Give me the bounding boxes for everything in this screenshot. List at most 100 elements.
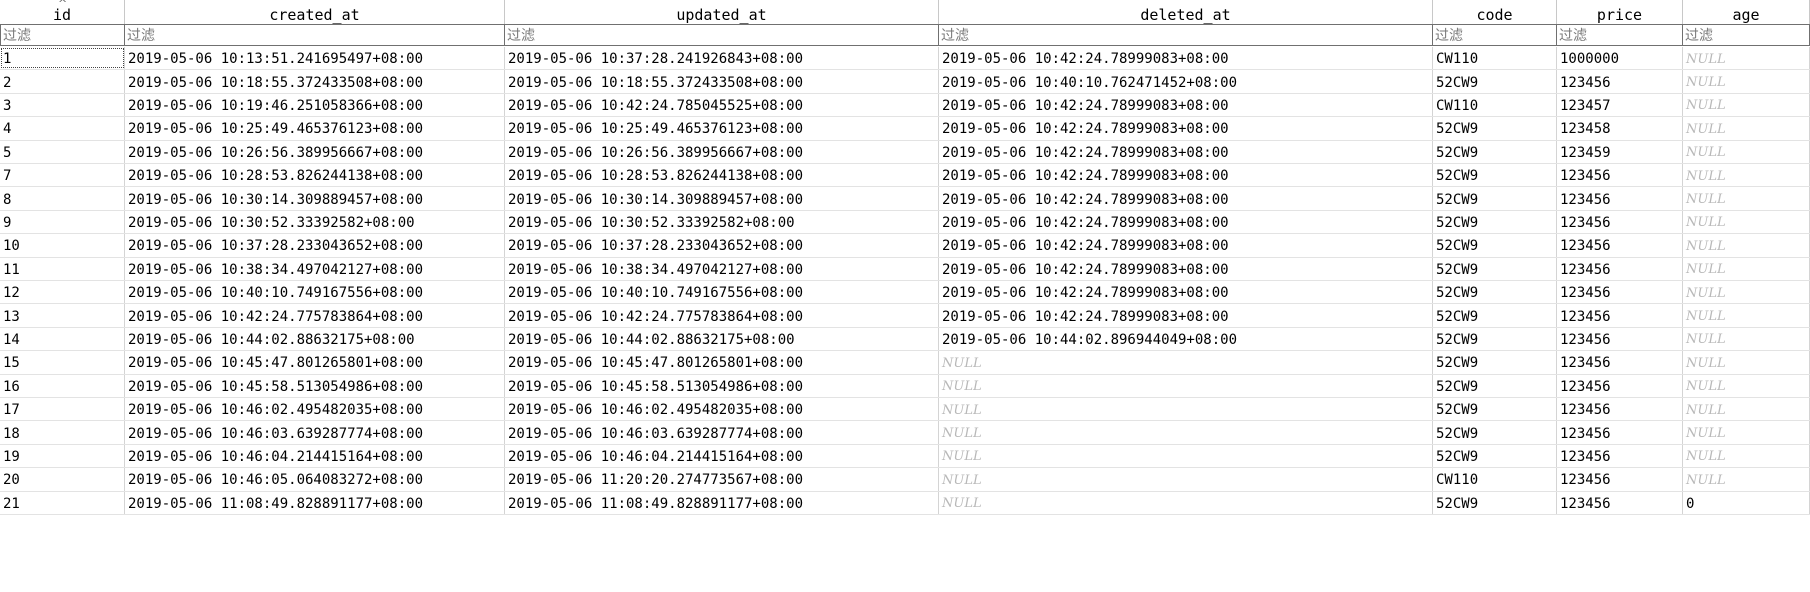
cell-age[interactable]: 0 xyxy=(1683,491,1810,514)
cell-deleted-at[interactable]: 2019-05-06 10:42:24.78999083+08:00 xyxy=(939,281,1433,304)
column-header-created-at[interactable]: created_at xyxy=(125,0,505,24)
cell-updated-at[interactable]: 2019-05-06 10:45:58.513054986+08:00 xyxy=(505,374,939,397)
cell-updated-at[interactable]: 2019-05-06 10:30:52.33392582+08:00 xyxy=(505,210,939,234)
cell-code[interactable]: 52CW9 xyxy=(1433,210,1557,234)
cell-updated-at[interactable]: 2019-05-06 10:30:14.309889457+08:00 xyxy=(505,187,939,210)
cell-age[interactable]: NULL xyxy=(1683,93,1810,117)
cell-updated-at[interactable]: 2019-05-06 10:18:55.372433508+08:00 xyxy=(505,70,939,93)
cell-code[interactable]: 52CW9 xyxy=(1433,304,1557,327)
filter-input-age[interactable]: 过滤 xyxy=(1683,24,1810,46)
filter-input-price[interactable]: 过滤 xyxy=(1557,24,1683,46)
cell-deleted-at[interactable]: 2019-05-06 10:42:24.78999083+08:00 xyxy=(939,187,1433,210)
cell-id[interactable]: 13 xyxy=(0,304,125,327)
cell-deleted-at[interactable]: 2019-05-06 10:44:02.896944049+08:00 xyxy=(939,327,1433,351)
cell-age[interactable]: NULL xyxy=(1683,304,1810,327)
cell-created-at[interactable]: 2019-05-06 10:28:53.826244138+08:00 xyxy=(125,164,505,187)
table-row[interactable]: 5 2019-05-06 10:26:56.389956667+08:00 2019… xyxy=(0,140,1810,164)
cell-deleted-at[interactable]: NULL xyxy=(939,491,1433,514)
cell-price[interactable]: 123456 xyxy=(1557,257,1683,280)
cell-price[interactable]: 123456 xyxy=(1557,210,1683,234)
cell-created-at[interactable]: 2019-05-06 10:46:04.214415164+08:00 xyxy=(125,444,505,468)
cell-code[interactable]: 52CW9 xyxy=(1433,421,1557,444)
cell-price[interactable]: 123456 xyxy=(1557,187,1683,210)
cell-age[interactable]: NULL xyxy=(1683,327,1810,351)
table-row[interactable]: 14 2019-05-06 10:44:02.88632175+08:00 2019… xyxy=(0,327,1810,352)
cell-id[interactable]: 10 xyxy=(0,234,125,257)
cell-code[interactable]: 52CW9 xyxy=(1433,281,1557,304)
cell-updated-at[interactable]: 2019-05-06 11:20:20.274773567+08:00 xyxy=(505,468,939,491)
cell-created-at[interactable]: 2019-05-06 10:30:52.33392582+08:00 xyxy=(125,210,505,234)
cell-created-at[interactable]: 2019-05-06 10:38:34.497042127+08:00 xyxy=(125,257,505,280)
cell-deleted-at[interactable]: 2019-05-06 10:42:24.78999083+08:00 xyxy=(939,234,1433,257)
filter-input-updated-at[interactable]: 过滤 xyxy=(505,24,939,46)
cell-code[interactable]: 52CW9 xyxy=(1433,351,1557,374)
cell-created-at[interactable]: 2019-05-06 10:26:56.389956667+08:00 xyxy=(125,140,505,163)
cell-updated-at[interactable]: 2019-05-06 10:42:24.785045525+08:00 xyxy=(505,93,939,117)
cell-age[interactable]: NULL xyxy=(1683,210,1810,234)
cell-created-at[interactable]: 2019-05-06 10:46:03.639287774+08:00 xyxy=(125,421,505,444)
cell-created-at[interactable]: 2019-05-06 10:19:46.251058366+08:00 xyxy=(125,93,505,117)
cell-updated-at[interactable]: 2019-05-06 11:08:49.828891177+08:00 xyxy=(505,491,939,514)
cell-created-at[interactable]: 2019-05-06 10:18:55.372433508+08:00 xyxy=(125,70,505,93)
column-header-code[interactable]: code xyxy=(1433,0,1557,24)
table-row[interactable]: 8 2019-05-06 10:30:14.309889457+08:00 2019… xyxy=(0,187,1810,211)
filter-input-code[interactable]: 过滤 xyxy=(1433,24,1557,46)
cell-created-at[interactable]: 2019-05-06 10:45:47.801265801+08:00 xyxy=(125,351,505,374)
table-row[interactable]: 18 2019-05-06 10:46:03.639287774+08:00 201… xyxy=(0,421,1810,445)
cell-updated-at[interactable]: 2019-05-06 10:45:47.801265801+08:00 xyxy=(505,351,939,374)
cell-age[interactable]: NULL xyxy=(1683,281,1810,304)
cell-deleted-at[interactable]: NULL xyxy=(939,351,1433,374)
column-header-updated-at[interactable]: updated_at xyxy=(505,0,939,24)
cell-updated-at[interactable]: 2019-05-06 10:26:56.389956667+08:00 xyxy=(505,140,939,163)
cell-deleted-at[interactable]: NULL xyxy=(939,374,1433,397)
cell-id[interactable]: 11 xyxy=(0,257,125,280)
cell-price[interactable]: 123456 xyxy=(1557,491,1683,514)
cell-created-at[interactable]: 2019-05-06 10:45:58.513054986+08:00 xyxy=(125,374,505,397)
cell-created-at[interactable]: 2019-05-06 10:42:24.775783864+08:00 xyxy=(125,304,505,327)
cell-id[interactable]: 18 xyxy=(0,421,125,444)
cell-created-at[interactable]: 2019-05-06 10:25:49.465376123+08:00 xyxy=(125,117,505,140)
cell-updated-at[interactable]: 2019-05-06 10:37:28.241926843+08:00 xyxy=(505,47,939,70)
cell-deleted-at[interactable]: NULL xyxy=(939,398,1433,421)
cell-code[interactable]: 52CW9 xyxy=(1433,187,1557,210)
cell-age[interactable]: NULL xyxy=(1683,47,1810,70)
cell-age[interactable]: NULL xyxy=(1683,117,1810,140)
cell-deleted-at[interactable]: 2019-05-06 10:42:24.78999083+08:00 xyxy=(939,164,1433,187)
cell-age[interactable]: NULL xyxy=(1683,257,1810,280)
cell-id[interactable]: 16 xyxy=(0,374,125,397)
cell-price[interactable]: 123456 xyxy=(1557,398,1683,421)
table-row[interactable]: 9 2019-05-06 10:30:52.33392582+08:00 2019-… xyxy=(0,210,1810,235)
cell-price[interactable]: 123456 xyxy=(1557,444,1683,468)
cell-price[interactable]: 123456 xyxy=(1557,281,1683,304)
cell-id[interactable]: 8 xyxy=(0,187,125,210)
cell-age[interactable]: NULL xyxy=(1683,351,1810,374)
cell-price[interactable]: 123456 xyxy=(1557,234,1683,257)
cell-id[interactable]: 20 xyxy=(0,468,125,491)
cell-created-at[interactable]: 2019-05-06 10:30:14.309889457+08:00 xyxy=(125,187,505,210)
cell-id[interactable]: 7 xyxy=(0,164,125,187)
table-row[interactable]: 3 2019-05-06 10:19:46.251058366+08:00 2019… xyxy=(0,93,1810,118)
cell-deleted-at[interactable]: 2019-05-06 10:42:24.78999083+08:00 xyxy=(939,304,1433,327)
table-row[interactable]: 12 2019-05-06 10:40:10.749167556+08:00 201… xyxy=(0,281,1810,305)
table-row[interactable]: 20 2019-05-06 10:46:05.064083272+08:00 201… xyxy=(0,468,1810,492)
cell-updated-at[interactable]: 2019-05-06 10:28:53.826244138+08:00 xyxy=(505,164,939,187)
cell-updated-at[interactable]: 2019-05-06 10:44:02.88632175+08:00 xyxy=(505,327,939,351)
cell-age[interactable]: NULL xyxy=(1683,187,1810,210)
column-header-age[interactable]: age xyxy=(1683,0,1810,24)
cell-deleted-at[interactable]: NULL xyxy=(939,444,1433,468)
cell-age[interactable]: NULL xyxy=(1683,234,1810,257)
cell-price[interactable]: 123456 xyxy=(1557,164,1683,187)
cell-updated-at[interactable]: 2019-05-06 10:40:10.749167556+08:00 xyxy=(505,281,939,304)
cell-code[interactable]: CW110 xyxy=(1433,93,1557,117)
cell-deleted-at[interactable]: 2019-05-06 10:42:24.78999083+08:00 xyxy=(939,93,1433,117)
cell-id[interactable]: 9 xyxy=(0,210,125,234)
cell-updated-at[interactable]: 2019-05-06 10:37:28.233043652+08:00 xyxy=(505,234,939,257)
cell-price[interactable]: 1000000 xyxy=(1557,47,1683,70)
cell-deleted-at[interactable]: 2019-05-06 10:42:24.78999083+08:00 xyxy=(939,210,1433,234)
cell-created-at[interactable]: 2019-05-06 10:46:02.495482035+08:00 xyxy=(125,398,505,421)
cell-deleted-at[interactable]: 2019-05-06 10:42:24.78999083+08:00 xyxy=(939,47,1433,70)
cell-code[interactable]: 52CW9 xyxy=(1433,327,1557,351)
cell-created-at[interactable]: 2019-05-06 10:46:05.064083272+08:00 xyxy=(125,468,505,491)
cell-code[interactable]: 52CW9 xyxy=(1433,444,1557,468)
cell-created-at[interactable]: 2019-05-06 10:13:51.241695497+08:00 xyxy=(125,47,505,70)
